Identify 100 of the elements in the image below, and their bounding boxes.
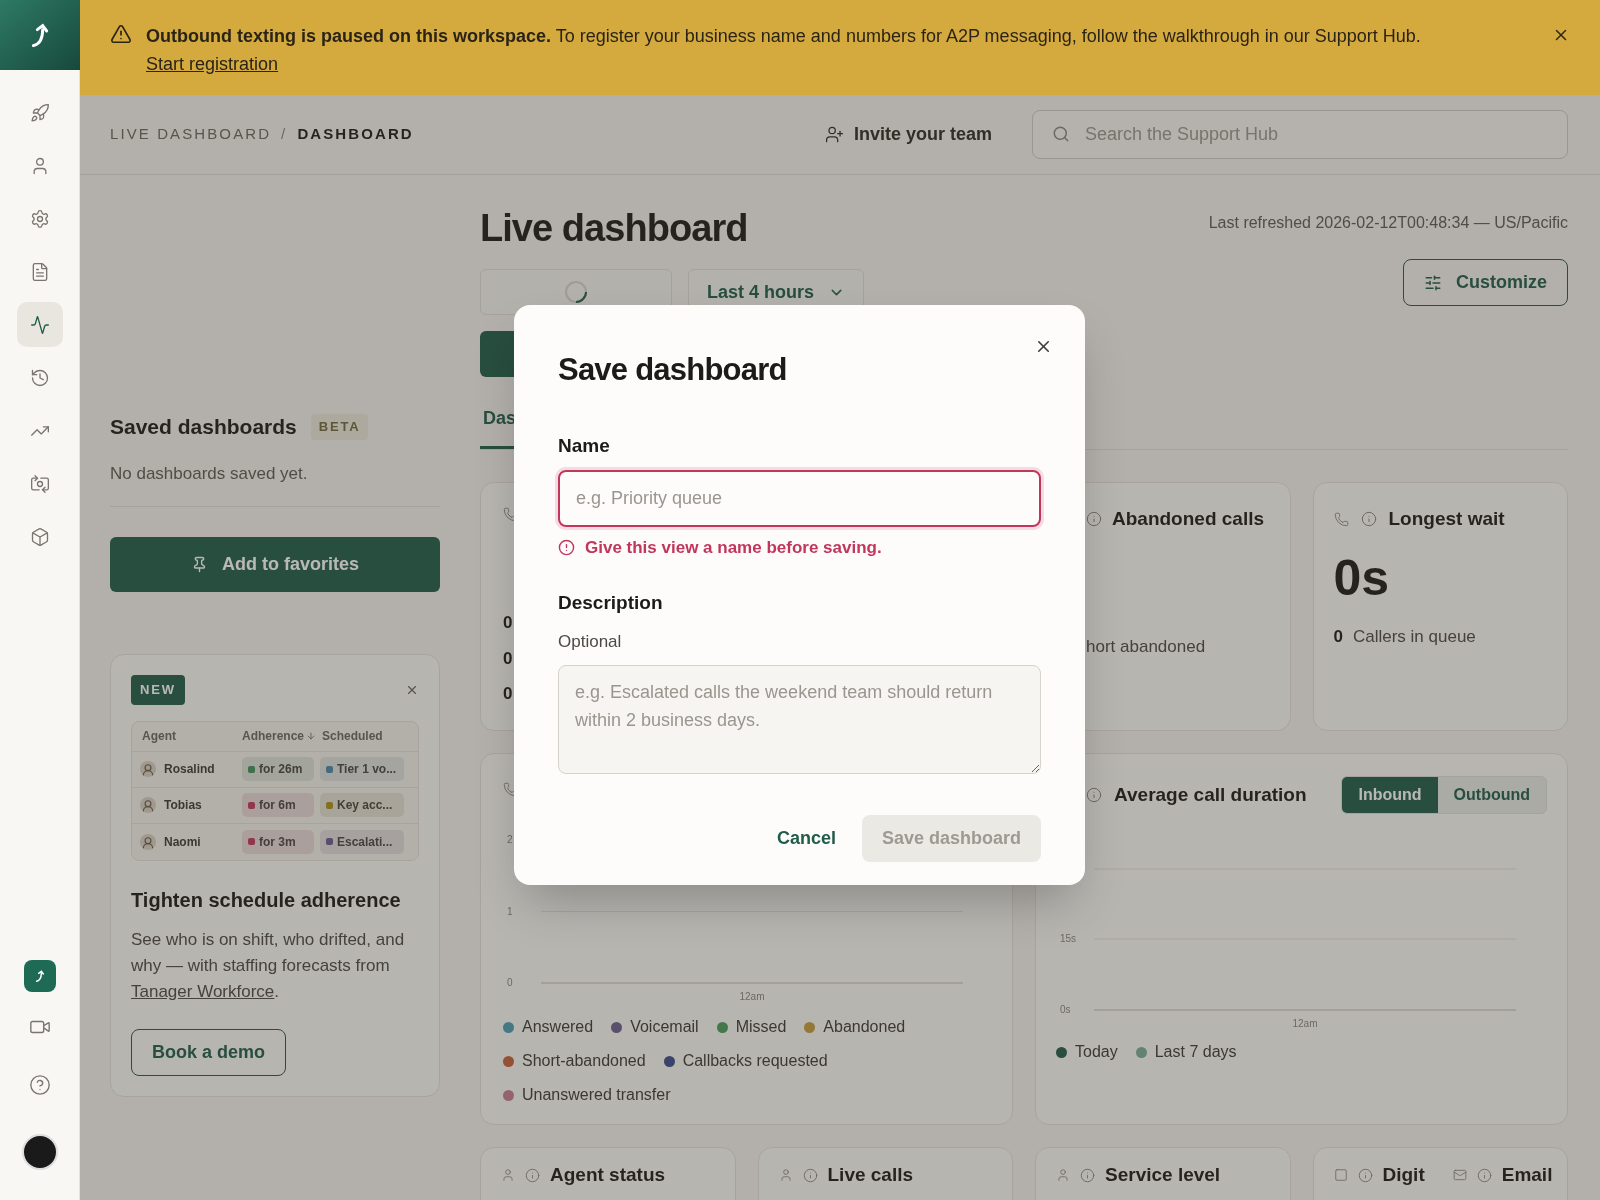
new-badge: NEW [131, 675, 185, 705]
column-header: Agent [142, 728, 177, 745]
app-button[interactable] [23, 960, 56, 992]
stat-value: 0s [1333, 548, 1391, 608]
field-hint: Optional [558, 631, 623, 653]
column-header: Scheduled [322, 728, 383, 745]
axis-label: 2 [507, 834, 513, 845]
agent-avatar [140, 797, 156, 813]
card-title: Agent status [550, 1162, 666, 1187]
invite-button[interactable]: Invite your team [824, 121, 992, 148]
card-title: Longest wait [1388, 507, 1505, 531]
search-field[interactable]: Search the Support Hub [1032, 110, 1568, 159]
legend-label: Answered [522, 1017, 594, 1037]
card-title: Service level [1105, 1162, 1221, 1187]
promo-text: See who is on shift, who drifted, and why — with staffing forecasts from Tanager Workforce. [131, 928, 406, 1003]
person-icon [778, 1168, 793, 1182]
stat-label: hort abandoned [1086, 635, 1207, 658]
card-title: Email [1501, 1162, 1553, 1187]
page-title: Live dashboard [480, 206, 748, 251]
error-message: Give this view a name before saving. [585, 537, 882, 559]
person-icon [1056, 1168, 1070, 1182]
customize-button[interactable]: Customize [1403, 259, 1568, 306]
section-title: Saved dashboards [110, 414, 297, 440]
refresh-time: Last refreshed 2026-02-12T00:48:34 — US/Pacific [1208, 213, 1568, 233]
workforce-link[interactable]: Tanager Workforce [131, 981, 275, 1001]
favorites-button[interactable]: Add to favorites [110, 537, 440, 592]
square-icon [1333, 1168, 1348, 1182]
stat-count: 0 [503, 647, 513, 670]
mail-icon [1452, 1168, 1467, 1182]
save-button: Save dashboard [861, 814, 1041, 862]
agent-avatar [140, 761, 156, 777]
description-field[interactable]: e.g. Escalated calls the weekend team should return within 2 business days. [558, 664, 1041, 774]
legend-label: Unanswered transfer [522, 1085, 671, 1105]
pin-icon [191, 556, 208, 573]
sort-icon [306, 731, 317, 741]
info-icon [802, 1167, 818, 1183]
camera-icon [29, 473, 50, 494]
promo-title: Tighten schedule adherence [131, 887, 402, 913]
breadcrumb-link[interactable]: DASHBOARD [297, 123, 414, 146]
demo-button[interactable]: Book a demo [131, 1028, 287, 1076]
legend-label: Short-abandoned [522, 1051, 646, 1071]
card-title: Digit [1382, 1162, 1425, 1187]
rocket-icon [29, 102, 50, 123]
agent-avatar [140, 833, 156, 850]
info-icon [1080, 1167, 1095, 1183]
banner-message: Outbound texting is paused on this workspace. To register your business name and numbers for A2P messaging, follow the walkthrough in our Support Hub. Start registration [146, 25, 1422, 76]
info-icon [1360, 511, 1377, 528]
column-header: Adherence [242, 728, 305, 745]
agent-name: Tobias [164, 797, 203, 814]
agent-name: Rosalind [164, 761, 216, 778]
axis-label: 15s [1060, 933, 1077, 944]
pulse-icon [29, 314, 50, 335]
search-icon [1052, 125, 1070, 143]
card-title: Live calls [827, 1162, 914, 1187]
registration-link[interactable]: Start registration [146, 54, 279, 74]
help-icon[interactable] [28, 1074, 51, 1096]
legend-label: Abandoned [823, 1017, 906, 1037]
info-icon [1357, 1167, 1373, 1183]
spinner-icon [564, 280, 588, 304]
info-icon [525, 1167, 540, 1183]
stat-count: 0 [1333, 625, 1343, 648]
logo-tile[interactable] [0, 0, 80, 70]
nav-item[interactable] [16, 302, 63, 347]
info-icon [1086, 511, 1102, 528]
legend-label: Today [1075, 1042, 1118, 1062]
field-label: Description [558, 590, 664, 615]
stat-count: 0 [503, 683, 513, 705]
legend-label: Missed [735, 1017, 787, 1037]
phone-icon [1333, 511, 1349, 527]
legend-label: Voicemail [630, 1017, 699, 1037]
error-icon [558, 539, 575, 557]
axis-label: 12am [1292, 1018, 1318, 1029]
avatar[interactable] [21, 1134, 58, 1170]
axis-label: 0 [507, 977, 513, 988]
breadcrumb-separator: / [281, 124, 288, 145]
toggle-option[interactable]: Outbound [1437, 777, 1546, 813]
warning-icon [110, 23, 132, 45]
person-icon [501, 1168, 515, 1182]
legend-label: Callbacks requested [682, 1051, 828, 1071]
breadcrumb-link[interactable]: LIVE DASHBOARD [110, 123, 272, 146]
add-user-icon [824, 125, 844, 144]
sliders-icon [1424, 273, 1442, 292]
card-title: Abandoned calls [1112, 507, 1265, 531]
field-label: Name [558, 433, 611, 458]
cancel-button[interactable]: Cancel [776, 824, 836, 852]
stat-count: 0 [503, 612, 513, 634]
info-icon [1476, 1167, 1492, 1183]
info-icon [1086, 787, 1102, 803]
cube-icon [29, 526, 50, 547]
agent-name: Naomi [164, 833, 202, 851]
name-field[interactable]: e.g. Priority queue [558, 470, 1041, 527]
stat-label: Callers in queue [1352, 625, 1476, 648]
empty-message: No dashboards saved yet. [110, 460, 440, 507]
legend-label: Last 7 days [1154, 1042, 1237, 1062]
card-title: Average call duration [1114, 782, 1308, 807]
history-icon [29, 367, 50, 388]
axis-label: 12am [739, 991, 765, 1002]
dialog-title: Save dashboard [558, 351, 788, 389]
settings-icon [29, 208, 50, 229]
toggle-option[interactable]: Inbound [1342, 777, 1438, 813]
